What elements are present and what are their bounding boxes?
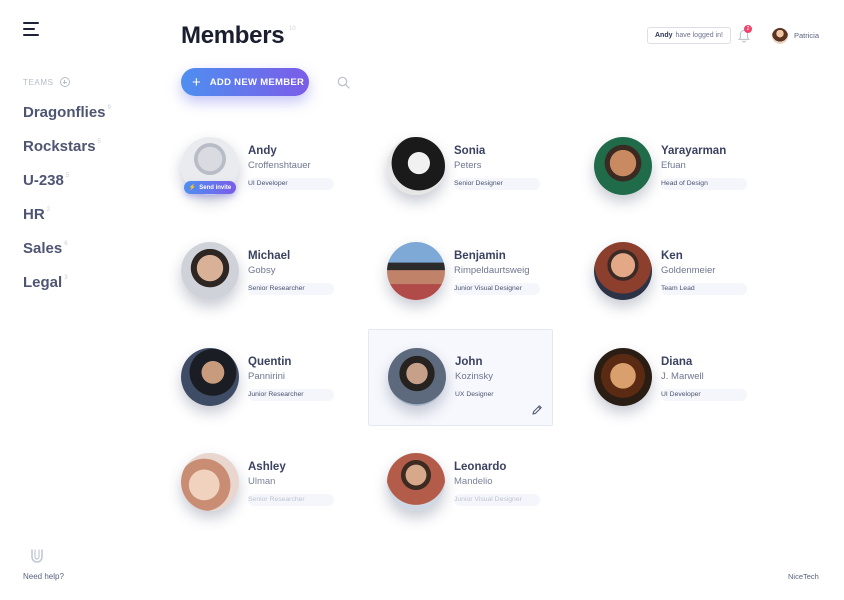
members-count: 10	[289, 26, 296, 32]
team-item-hr[interactable]: HR 2	[23, 206, 111, 240]
member-card-selected[interactable]: John Kozinsky UX Designer	[368, 329, 553, 426]
brand-name: NiceTech	[788, 572, 819, 581]
team-list: Dragonflies 9 Rockstars 5 U-238 5 HR 2 S…	[23, 104, 111, 308]
page-title: Members	[181, 22, 285, 49]
member-role: UI Developer	[248, 178, 334, 190]
member-surname: Croffenshtauer	[248, 160, 311, 171]
team-name: U-238	[23, 172, 64, 189]
avatar	[181, 348, 239, 406]
member-role: Senior Designer	[454, 178, 540, 190]
team-name: HR	[23, 206, 45, 223]
member-role: Head of Design	[661, 178, 747, 190]
send-invite-label: Send invite	[199, 184, 232, 191]
member-card[interactable]: Michael Gobsy Senior Researcher	[181, 242, 366, 337]
avatar	[181, 453, 239, 511]
team-name: Rockstars	[23, 138, 96, 155]
team-item-sales[interactable]: Sales 6	[23, 240, 111, 274]
teams-header: TEAMS	[23, 77, 70, 87]
member-name: Michael	[248, 250, 291, 262]
avatar	[594, 348, 652, 406]
member-surname: Peters	[454, 160, 482, 171]
member-surname: Goldenmeier	[661, 265, 716, 276]
user-name[interactable]: Patricia	[794, 31, 819, 40]
help-logo-icon[interactable]	[29, 548, 45, 564]
member-role: UI Developer	[661, 389, 747, 401]
member-card[interactable]: Diana J. Marwell UI Developer	[594, 348, 779, 443]
member-card[interactable]: Ken Goldenmeier Team Lead	[594, 242, 779, 337]
team-name: Sales	[23, 240, 63, 257]
member-card[interactable]: Benjamin Rimpeldaurtsweig Junior Visual …	[387, 242, 572, 337]
notice-user: Andy	[655, 32, 673, 39]
member-name: Quentin	[248, 356, 292, 368]
member-card[interactable]: Leonardo Mandelio Junior Visual Designer	[387, 453, 572, 548]
member-card[interactable]: ⚡ Send invite Andy Croffenshtauer UI Dev…	[181, 137, 366, 232]
member-card[interactable]: Sonia Peters Senior Designer	[387, 137, 572, 232]
team-count: 5	[65, 173, 70, 179]
member-name: Sonia	[454, 145, 486, 157]
member-surname: Gobsy	[248, 265, 276, 276]
search-icon[interactable]	[337, 76, 350, 89]
member-card[interactable]: Ashley Ulman Senior Researcher	[181, 453, 366, 548]
team-count: 6	[64, 241, 68, 247]
team-count: 3	[64, 275, 68, 281]
member-surname: J. Marwell	[661, 371, 704, 382]
team-item-dragonflies[interactable]: Dragonflies 9	[23, 104, 111, 138]
member-name: Ashley	[248, 461, 286, 473]
add-new-member-label: ADD NEW MEMBER	[209, 76, 305, 88]
help-link[interactable]: Need help?	[23, 572, 64, 581]
member-role: Team Lead	[661, 283, 747, 295]
avatar	[594, 242, 652, 300]
add-team-icon[interactable]	[59, 77, 70, 87]
notice-text: have logged in!	[675, 32, 723, 39]
member-role: Junior Researcher	[248, 389, 334, 401]
teams-label: TEAMS	[23, 77, 54, 87]
user-avatar[interactable]	[772, 28, 788, 44]
member-name: John	[455, 356, 483, 368]
member-surname: Ulman	[248, 476, 276, 487]
member-card[interactable]: Quentin Pannirini Junior Researcher	[181, 348, 366, 443]
notification-badge: 2	[744, 25, 752, 33]
member-role: Junior Visual Designer	[454, 494, 540, 506]
member-name: Yarayarman	[661, 145, 727, 157]
member-surname: Rimpeldaurtsweig	[454, 265, 530, 276]
team-item-legal[interactable]: Legal 3	[23, 274, 111, 308]
member-card[interactable]: Yarayarman Efuan Head of Design	[594, 137, 779, 232]
member-role: Senior Researcher	[248, 283, 334, 295]
avatar	[181, 242, 239, 300]
pencil-icon[interactable]	[531, 404, 543, 416]
avatar	[594, 137, 652, 195]
team-count: 5	[97, 139, 101, 145]
add-new-member-button[interactable]: + ADD NEW MEMBER	[181, 68, 309, 96]
team-count: 9	[107, 105, 111, 111]
member-surname: Mandelio	[454, 476, 493, 487]
plus-icon: +	[192, 73, 201, 91]
members-grid: ⚡ Send invite Andy Croffenshtauer UI Dev…	[181, 137, 801, 537]
member-name: Diana	[661, 356, 693, 368]
member-name: Ken	[661, 250, 683, 262]
menu-icon[interactable]	[23, 22, 39, 36]
team-name: Legal	[23, 274, 63, 291]
avatar	[388, 348, 446, 406]
member-name: Benjamin	[454, 250, 506, 262]
team-name: Dragonflies	[23, 104, 106, 121]
member-name: Leonardo	[454, 461, 507, 473]
team-count: 2	[46, 207, 51, 213]
team-item-rockstars[interactable]: Rockstars 5	[23, 138, 111, 172]
member-surname: Efuan	[661, 160, 686, 171]
member-role: UX Designer	[455, 391, 494, 398]
send-invite-button[interactable]: ⚡ Send invite	[184, 181, 236, 194]
member-name: Andy	[248, 145, 277, 157]
member-role: Junior Visual Designer	[454, 283, 540, 295]
avatar	[387, 137, 445, 195]
login-notice: Andy have logged in!	[647, 27, 731, 44]
member-surname: Pannirini	[248, 371, 285, 382]
member-role: Senior Researcher	[248, 494, 334, 506]
member-surname: Kozinsky	[455, 371, 494, 382]
lightning-icon: ⚡	[188, 185, 197, 191]
avatar	[387, 453, 445, 511]
team-item-u-238[interactable]: U-238 5	[23, 172, 111, 206]
avatar	[387, 242, 445, 300]
